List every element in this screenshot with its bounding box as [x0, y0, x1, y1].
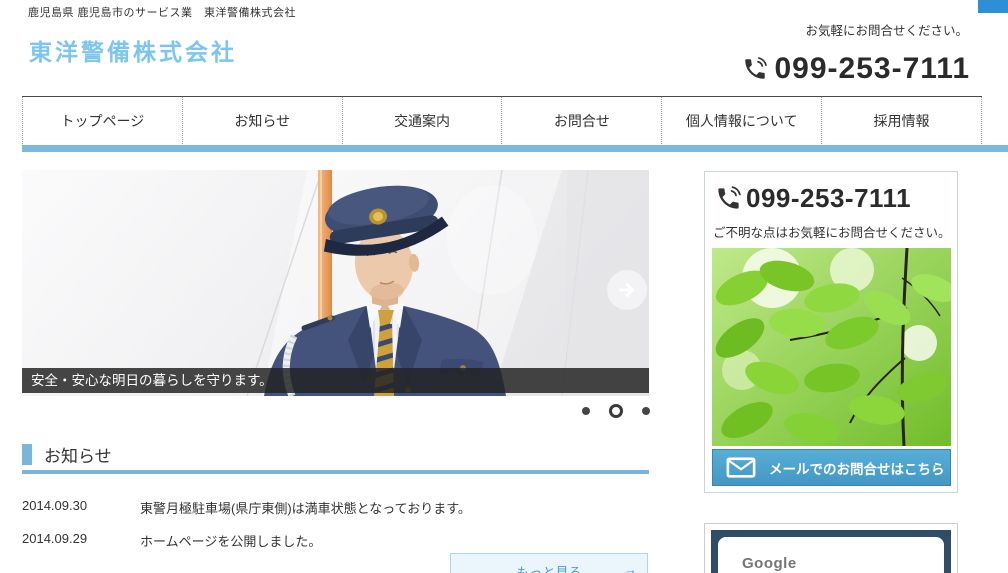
carousel-dots [582, 403, 650, 418]
news-section-header: お知らせ [22, 442, 112, 467]
news-text[interactable]: ホームページを公開しました。 [140, 531, 321, 550]
green-leaves-photo [712, 248, 951, 446]
nav-item-news[interactable]: お知らせ [181, 97, 342, 144]
carousel-next-button[interactable] [607, 270, 647, 310]
nav-item-top-page[interactable]: トップページ [22, 97, 182, 144]
map-frame: Google [711, 530, 951, 573]
phone-icon [742, 56, 768, 82]
sidebar-phone-note: ご不明な点はお気軽にお問合せください。 [713, 226, 951, 240]
carousel-dot-active[interactable] [609, 403, 623, 418]
carousel-dot[interactable] [582, 406, 590, 415]
nav-item-access[interactable]: 交通案内 [341, 97, 502, 144]
news-row: 2014.09.29 ホームページを公開しました。 [22, 531, 321, 550]
hero-image-security-guard [22, 170, 649, 396]
main-nav: トップページ お知らせ 交通案内 お問合せ 個人情報について 採用情報 [22, 96, 982, 144]
nav-item-recruit[interactable]: 採用情報 [821, 97, 982, 144]
arrow-right-icon: → [624, 562, 637, 573]
header-phone-number: 099-253-7111 [774, 52, 970, 85]
corner-accent [978, 0, 1008, 13]
company-logo-text[interactable]: 東洋警備株式会社 [29, 33, 237, 67]
sidebar-phone: 099-253-7111 [715, 183, 911, 214]
sidebar-phone-number: 099-253-7111 [746, 183, 912, 213]
news-date: 2014.09.30 [22, 498, 88, 513]
news-more-label: もっと見る [516, 565, 582, 573]
nav-item-contact[interactable]: お問合せ [501, 97, 661, 144]
hero-carousel: 安全・安心な明日の暮らしを守ります。 [22, 170, 649, 396]
envelope-icon [726, 457, 756, 478]
sidebar-map-box: Google [704, 523, 958, 573]
news-text[interactable]: 東警月極駐車場(県庁東側)は満車状態となっております。 [140, 498, 471, 517]
site-tagline: 鹿児島県 鹿児島市のサービス業 東洋警備株式会社 [28, 7, 297, 19]
mail-contact-button[interactable]: メールでのお問合せはこちら [712, 449, 951, 486]
nav-accent-stripe [22, 145, 1008, 152]
page: 鹿児島県 鹿児島市のサービス業 東洋警備株式会社 東洋警備株式会社 お気軽にお問… [0, 0, 1008, 573]
news-header-rule [22, 470, 649, 474]
phone-icon [715, 185, 742, 212]
nav-item-privacy[interactable]: 個人情報について [661, 97, 821, 144]
carousel-dot[interactable] [642, 406, 650, 415]
header-phone: 099-253-7111 [742, 52, 970, 86]
news-row: 2014.09.30 東警月極駐車場(県庁東側)は満車状態となっております。 [22, 498, 471, 517]
news-section-title: お知らせ [44, 447, 112, 466]
hero-caption: 安全・安心な明日の暮らしを守ります。 [22, 368, 649, 393]
google-map-embed[interactable]: Google [718, 537, 944, 573]
sidebar-contact-box: 099-253-7111 ご不明な点はお気軽にお問合せください。 メールでのお問… [704, 171, 958, 493]
google-logo[interactable]: Google [742, 555, 797, 572]
news-more-button[interactable]: もっと見る → [450, 553, 648, 573]
arrow-right-icon [616, 279, 638, 301]
mail-button-label: メールでのお問合せはこちら [769, 461, 945, 477]
news-accent-bar [22, 444, 32, 465]
header-contact-note: お気軽にお問合せください。 [805, 24, 968, 38]
news-date: 2014.09.29 [22, 531, 88, 546]
